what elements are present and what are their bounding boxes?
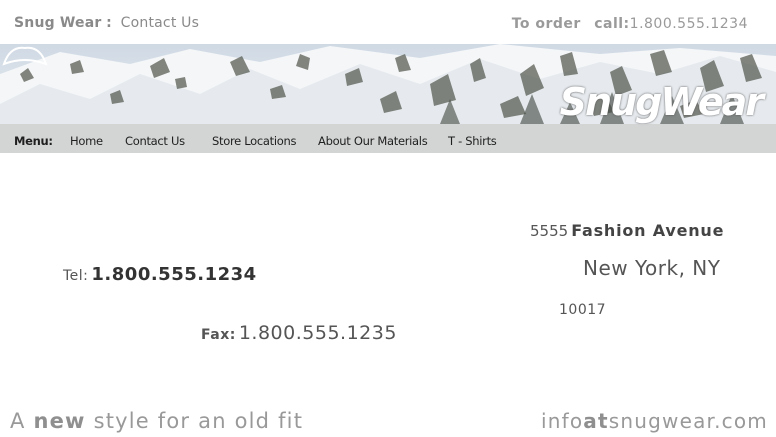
page-title: Contact Us — [120, 15, 200, 31]
street-name: Fashion Avenue — [571, 221, 725, 240]
menu-bar: Menu: Home Contact Us Store Locations Ab… — [0, 124, 776, 153]
tagline-post: style for an old fit — [93, 409, 304, 433]
nav-about-materials[interactable]: About Our Materials — [318, 134, 428, 148]
nav-contact-us[interactable]: Contact Us — [125, 134, 185, 148]
nav-store-locations[interactable]: Store Locations — [212, 134, 296, 148]
nav-t-shirts[interactable]: T - Shirts — [448, 134, 497, 148]
fax: Fax: 1.800.555.1235 — [201, 322, 397, 344]
brand-name[interactable]: Snug Wear — [14, 15, 102, 31]
order-info: To order call:1.800.555.1234 — [512, 16, 748, 32]
header-banner: SnugWear Menu: Home Contact Us Store Loc… — [0, 44, 776, 153]
hat-icon — [2, 46, 48, 66]
top-bar: Snug Wear : Contact Us To order call:1.8… — [0, 0, 776, 44]
tagline-pre: A — [10, 409, 26, 433]
order-phone: 1.800.555.1234 — [629, 16, 748, 32]
menu-label: Menu: — [14, 134, 53, 148]
breadcrumb-separator: : — [106, 15, 112, 31]
snugwear-logo[interactable]: SnugWear — [560, 80, 764, 124]
tagline: A new style for an old fit — [10, 409, 303, 433]
city-state: New York, NY — [583, 256, 721, 280]
street-number: 5555 — [530, 222, 569, 240]
email-pre: info — [540, 409, 584, 433]
street-address: 5555 Fashion Avenue — [530, 221, 724, 240]
email-at: at — [583, 409, 609, 433]
breadcrumb: Snug Wear : Contact Us — [14, 15, 199, 31]
fax-value: 1.800.555.1235 — [238, 322, 397, 344]
email-post: snugwear.com — [608, 409, 768, 433]
zip-code: 10017 — [559, 302, 607, 318]
call-label: call: — [594, 16, 630, 32]
tel-value: 1.800.555.1234 — [91, 264, 257, 285]
nav-home[interactable]: Home — [70, 134, 103, 148]
order-label: To order — [511, 16, 581, 32]
fax-label: Fax: — [201, 327, 236, 343]
email-address[interactable]: infoatsnugwear.com — [541, 409, 768, 433]
tagline-bold: new — [33, 409, 86, 433]
tel-label: Tel: — [63, 268, 89, 284]
telephone: Tel: 1.800.555.1234 — [63, 264, 257, 285]
